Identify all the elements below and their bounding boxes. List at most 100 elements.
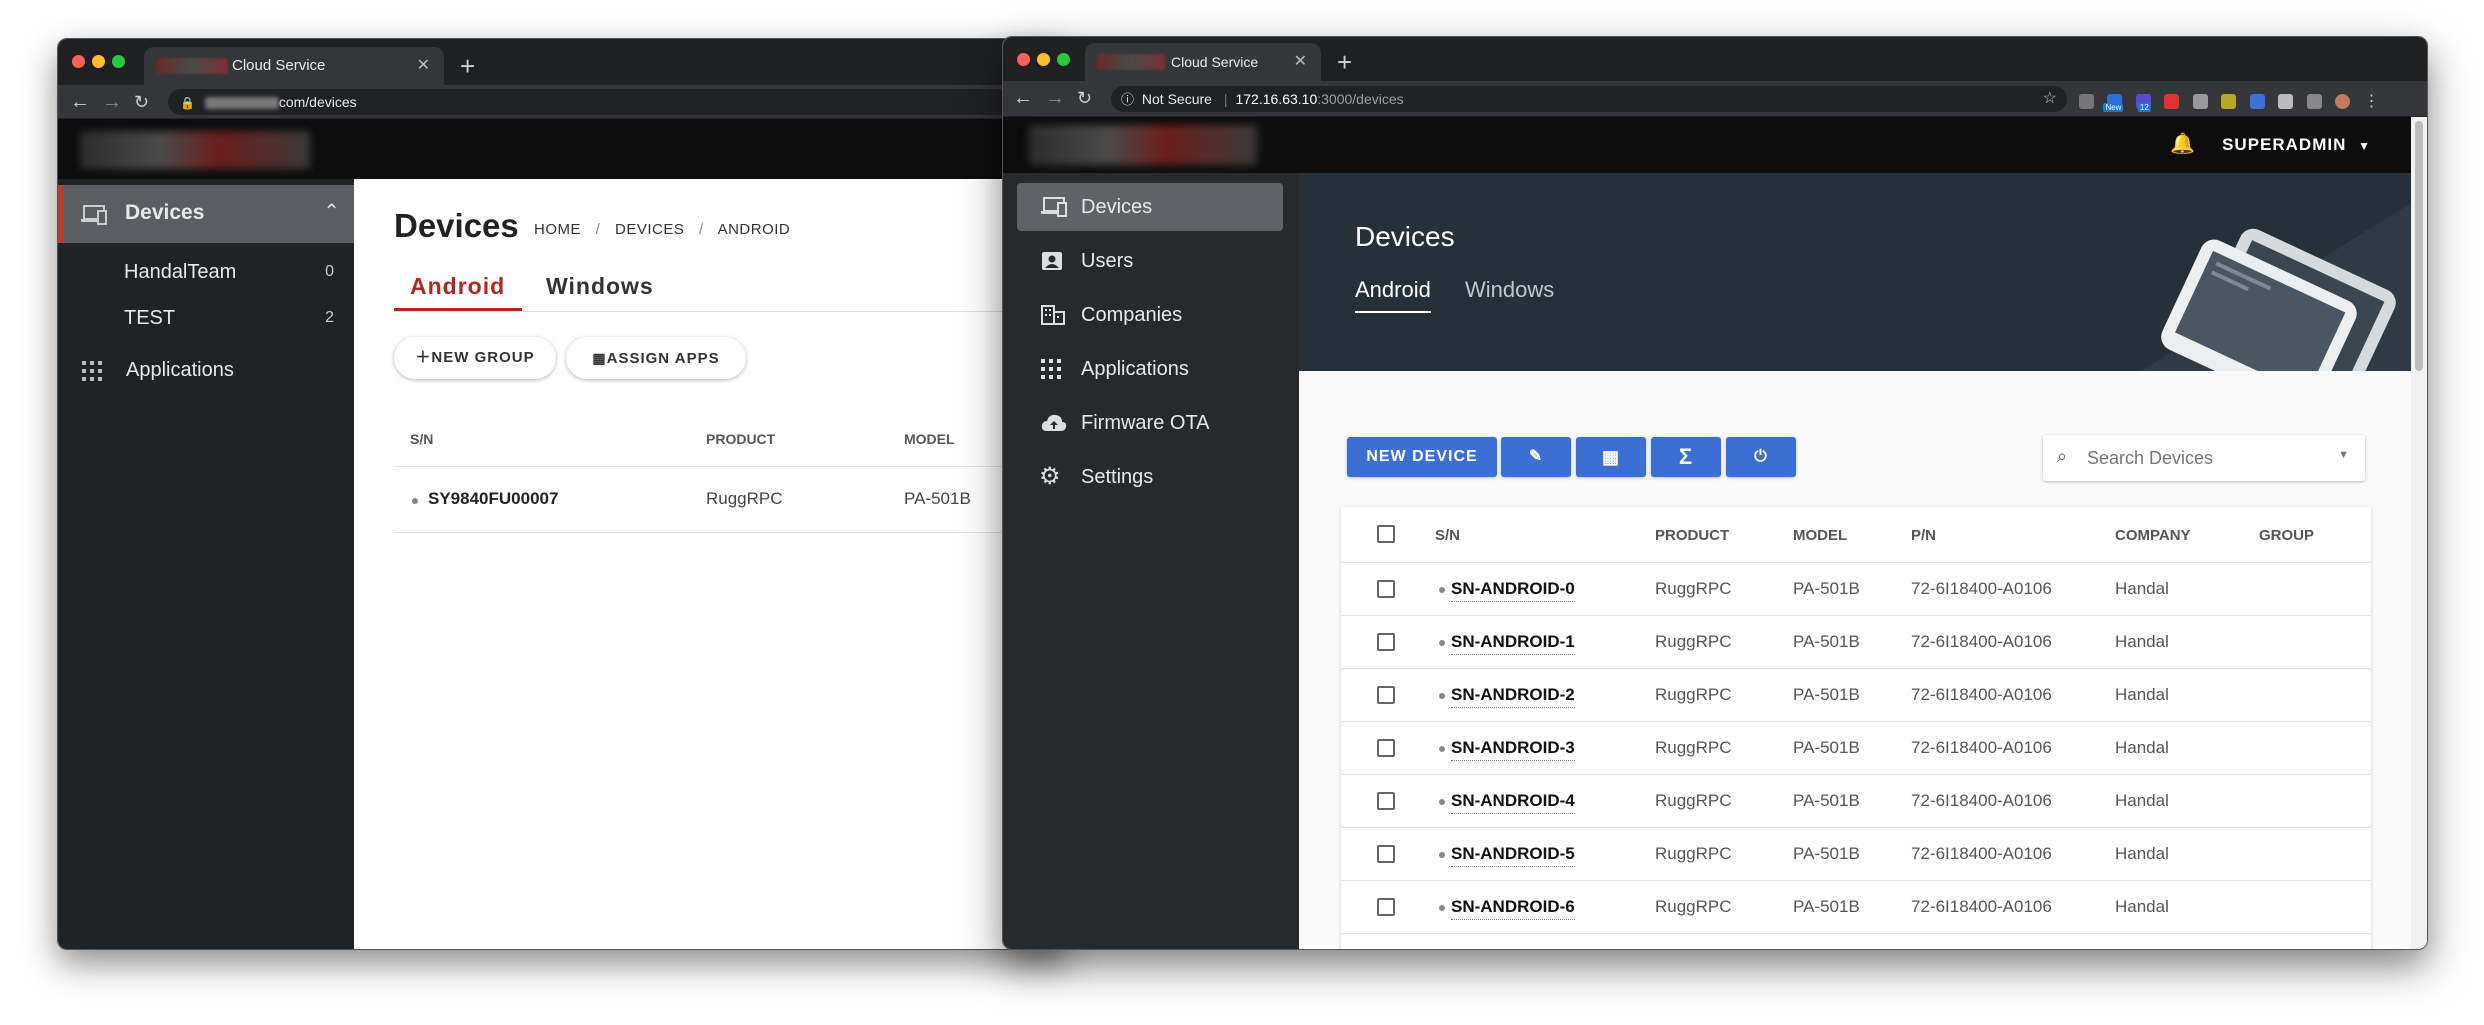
sidebar-item-devices[interactable]: Devices [1017, 183, 1283, 231]
search-devices-field[interactable]: ⌕ ▼ [2043, 435, 2365, 481]
browser-tab[interactable]: Cloud Service ✕ [144, 47, 444, 85]
device-sn-link[interactable]: SN-ANDROID-5 [1451, 844, 1575, 867]
reading-list-icon[interactable] [2306, 94, 2322, 110]
back-icon[interactable]: ← [70, 89, 90, 115]
device-sn-link[interactable]: SN-ANDROID-4 [1451, 791, 1575, 814]
close-window-button[interactable] [1017, 53, 1030, 66]
row-checkbox[interactable] [1377, 580, 1395, 598]
sidebar-item-firmware-ota[interactable]: Firmware OTA [1017, 399, 1283, 447]
forward-icon[interactable]: → [102, 89, 122, 115]
device-sn-link[interactable]: SY9840FU00007 [428, 489, 558, 509]
edit-button[interactable]: ✎ [1501, 437, 1571, 477]
sidebar-item-users[interactable]: Users [1017, 237, 1283, 285]
table-row[interactable]: SN-ANDROID-1 RuggRPC PA-501B 72-6I18400-A01… [1341, 615, 2371, 668]
url-field[interactable]: ⓘ Not Secure | 172.16.63.10:3000/devices … [1111, 86, 2067, 112]
front-browser-window[interactable]: Cloud Service ✕ + ← → ↻ ⓘ Not Secure | 17… [1002, 36, 2428, 950]
column-header-group[interactable]: GROUP [2259, 527, 2314, 544]
new-device-button[interactable]: NEW DEVICE [1347, 437, 1497, 477]
table-row[interactable]: SN-ANDROID-0 RuggRPC PA-501B 72-6I18400-A01… [1341, 562, 2371, 615]
bell-icon[interactable]: 🔔 [2170, 131, 2195, 156]
table-row[interactable]: SN-ANDROID-2 RuggRPC PA-501B 72-6I18400-A01… [1341, 668, 2371, 721]
bookmark-star-icon[interactable]: ☆ [2043, 86, 2057, 112]
back-browser-window[interactable]: Cloud Service ✕ + ← → ↻ 🔒 com/devices De… [57, 38, 1067, 950]
tab-android[interactable]: Android [394, 271, 522, 311]
close-window-button[interactable] [72, 55, 85, 68]
back-icon[interactable]: ← [1013, 85, 1033, 111]
dropdown-arrow-icon[interactable]: ▼ [2338, 449, 2349, 461]
row-checkbox[interactable] [1377, 633, 1395, 651]
sidebar-item-applications[interactable]: Applications [1017, 345, 1283, 393]
column-header-pn[interactable]: P/N [1911, 527, 1936, 544]
table-row[interactable]: SY9840FU00007 RuggRPC PA-501B [394, 467, 1066, 533]
row-checkbox[interactable] [1377, 898, 1395, 916]
minimize-window-button[interactable] [92, 55, 105, 68]
device-sn-link[interactable]: SN-ANDROID-2 [1451, 685, 1575, 708]
summary-button[interactable]: Σ [1651, 437, 1721, 477]
extension-icon[interactable]: New [2103, 94, 2124, 113]
table-row[interactable]: SN-ANDROID-6 RuggRPC PA-501B 72-6I18400-A01… [1341, 880, 2371, 933]
table-row[interactable]: SN-ANDROID-4 RuggRPC PA-501B 72-6I18400-A01… [1341, 774, 2371, 827]
table-row[interactable]: SN-ANDROID-7RuggRPCPA-501B72-6I18400-A01… [1341, 933, 2371, 949]
close-tab-icon[interactable]: ✕ [1294, 43, 1307, 81]
user-menu[interactable]: SUPERADMIN ▼ [2222, 135, 2371, 155]
row-checkbox[interactable] [1377, 686, 1395, 704]
new-tab-button[interactable]: + [460, 47, 475, 85]
sidebar-item-settings[interactable]: ⚙ Settings [1017, 453, 1283, 501]
new-group-button[interactable]: ＋NEW GROUP [394, 337, 556, 379]
table-row[interactable]: SN-ANDROID-3 RuggRPC PA-501B 72-6I18400-A01… [1341, 721, 2371, 774]
breadcrumb-devices[interactable]: DEVICES [615, 221, 684, 238]
column-header-sn[interactable]: S/N [410, 431, 433, 447]
browser-tab[interactable]: Cloud Service ✕ [1085, 43, 1321, 81]
profile-avatar[interactable] [2335, 94, 2351, 110]
reload-icon[interactable]: ↻ [1077, 85, 1092, 111]
info-icon[interactable]: ⓘ [1121, 92, 1134, 107]
row-checkbox[interactable] [1377, 739, 1395, 757]
url-field[interactable]: 🔒 com/devices [168, 89, 1066, 115]
column-header-model[interactable]: MODEL [904, 431, 955, 447]
sidebar-item-devices[interactable]: Devices ⌃ [58, 185, 354, 243]
tab-android[interactable]: Android [1355, 277, 1431, 313]
power-button[interactable]: ⏻ [1726, 437, 1796, 477]
scrollbar-thumb[interactable] [2415, 121, 2423, 371]
column-header-company[interactable]: COMPANY [2115, 527, 2191, 544]
reload-icon[interactable]: ↻ [134, 89, 149, 115]
device-sn-link[interactable]: SN-ANDROID-0 [1451, 579, 1575, 602]
page-scrollbar[interactable] [2411, 117, 2427, 949]
tab-windows[interactable]: Windows [534, 271, 664, 311]
brand-logo[interactable] [80, 131, 310, 169]
forward-icon[interactable]: → [1045, 85, 1065, 111]
column-header-model[interactable]: MODEL [1793, 527, 1847, 544]
assign-apps-button[interactable]: ▦ [1576, 437, 1646, 477]
sidebar-item-companies[interactable]: Companies [1017, 291, 1283, 339]
row-checkbox[interactable] [1377, 792, 1395, 810]
device-sn-link[interactable]: SN-ANDROID-6 [1451, 897, 1575, 920]
column-header-sn[interactable]: S/N [1435, 527, 1460, 544]
extension-icon[interactable]: 12 [2135, 94, 2151, 113]
sidebar-item-applications[interactable]: Applications [58, 349, 354, 393]
more-menu-icon[interactable]: ⋮ [2364, 93, 2380, 110]
assign-apps-button[interactable]: ▦ASSIGN APPS [566, 337, 746, 379]
table-row[interactable]: SN-ANDROID-5 RuggRPC PA-501B 72-6I18400-A01… [1341, 827, 2371, 880]
extension-icon[interactable] [2164, 94, 2180, 110]
extension-icon[interactable] [2249, 94, 2265, 110]
zoom-window-button[interactable] [112, 55, 125, 68]
chevron-up-icon[interactable]: ⌃ [323, 199, 340, 224]
tab-windows[interactable]: Windows [1465, 277, 1554, 313]
extension-icon[interactable] [2221, 94, 2237, 110]
sidebar-group-item[interactable]: HandalTeam 0 [58, 253, 354, 291]
device-sn-link[interactable]: SN-ANDROID-1 [1451, 632, 1575, 655]
select-all-checkbox[interactable] [1377, 525, 1395, 543]
sidebar-group-item[interactable]: TEST 2 [58, 299, 354, 337]
new-tab-button[interactable]: + [1337, 43, 1352, 81]
breadcrumb-home[interactable]: HOME [534, 221, 581, 238]
puzzle-icon[interactable] [2278, 94, 2294, 110]
brand-logo[interactable] [1029, 125, 1257, 165]
zoom-window-button[interactable] [1057, 53, 1070, 66]
device-sn-link[interactable]: SN-ANDROID-3 [1451, 738, 1575, 761]
column-header-product[interactable]: PRODUCT [1655, 527, 1729, 544]
extension-icon[interactable] [2192, 94, 2208, 110]
minimize-window-button[interactable] [1037, 53, 1050, 66]
row-checkbox[interactable] [1377, 845, 1395, 863]
extension-icon[interactable] [2079, 94, 2094, 110]
search-input[interactable] [2085, 445, 2315, 471]
